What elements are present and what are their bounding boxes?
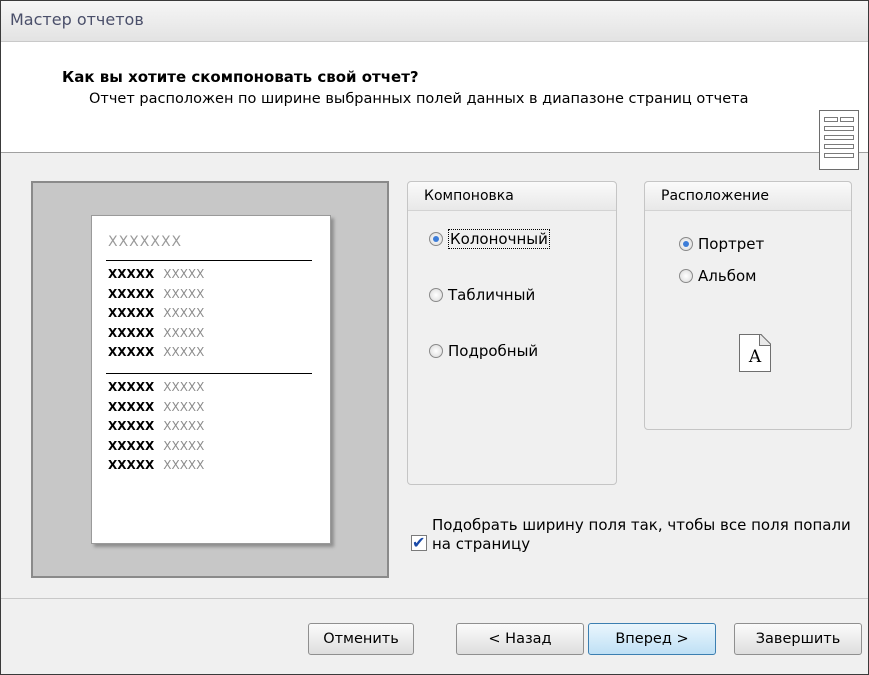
preview-row: XXXXX XXXXX	[108, 438, 204, 454]
layout-preview: XXXXXXX XXXXX XXXXX XXXXX XXXXX XXXXX XXXXX XX…	[31, 181, 389, 578]
preview-row-value: XXXXX	[163, 286, 205, 301]
preview-row: XXXXX XXXXX	[108, 344, 204, 360]
fit-width-label[interactable]: Подобрать ширину поля так, чтобы все пол…	[432, 516, 852, 554]
preview-row: XXXXX XXXXX	[108, 399, 204, 415]
radio-button-icon[interactable]	[429, 288, 443, 302]
window-title: Мастер отчетов	[10, 10, 144, 29]
orientation-group: Расположение	[644, 181, 852, 430]
radio-columnar-label: Колоночный	[448, 229, 550, 249]
preview-title: XXXXXXX	[108, 234, 183, 250]
preview-row-value: XXXXX	[163, 458, 205, 472]
header-description: Отчет расположен по ширине выбранных пол…	[89, 91, 749, 107]
back-button[interactable]: < Назад	[456, 623, 584, 655]
preview-row-value: XXXXX	[163, 380, 205, 394]
radio-columnar[interactable]: Колоночный	[429, 229, 550, 249]
preview-rule	[106, 260, 312, 261]
layout-group: Компоновка	[407, 181, 617, 485]
radio-button-icon[interactable]	[429, 344, 443, 358]
preview-row: XXXXX XXXXX	[108, 418, 204, 434]
radio-landscape[interactable]: Альбом	[679, 267, 756, 285]
radio-justified[interactable]: Подробный	[429, 342, 538, 360]
preview-row-key: XXXXX	[108, 267, 155, 281]
radio-portrait[interactable]: Портрет	[679, 235, 764, 253]
preview-row-value: XXXXX	[163, 399, 205, 414]
preview-row-key: XXXXX	[108, 380, 155, 394]
preview-row-key: XXXXX	[108, 458, 155, 472]
finish-button[interactable]: Завершить	[734, 623, 862, 655]
cancel-button[interactable]: Отменить	[308, 623, 414, 655]
preview-row: XXXXX XXXXX	[108, 325, 204, 341]
preview-row-value: XXXXX	[163, 306, 205, 320]
preview-row: XXXXX XXXXX	[108, 457, 204, 473]
next-button[interactable]: Вперед >	[588, 623, 716, 655]
radio-landscape-label: Альбом	[698, 267, 757, 285]
title-bar[interactable]: Мастер отчетов	[1, 1, 868, 42]
radio-tabular[interactable]: Табличный	[429, 286, 535, 304]
wizard-header: Как вы хотите скомпоновать свой отчет? О…	[1, 42, 868, 170]
preview-rule	[106, 373, 312, 374]
preview-row-value: XXXXX	[163, 345, 205, 359]
footer-divider	[1, 598, 868, 599]
radio-justified-label: Подробный	[448, 342, 539, 360]
radio-button-icon[interactable]	[679, 237, 693, 251]
layout-group-title: Компоновка	[408, 182, 616, 211]
preview-row-value: XXXXX	[163, 419, 205, 433]
preview-row-key: XXXXX	[108, 286, 155, 301]
page-icon-letter: A	[748, 347, 762, 367]
preview-row-key: XXXXX	[108, 306, 155, 320]
fit-width-checkbox[interactable]	[411, 533, 427, 552]
preview-row: XXXXX XXXXX	[108, 379, 204, 395]
preview-row: XXXXX XXXXX	[108, 266, 204, 282]
orientation-group-title: Расположение	[645, 182, 851, 211]
preview-page: XXXXXXX XXXXX XXXXX XXXXX XXXXX XXXXX XXXXX XX…	[91, 215, 331, 544]
portrait-page-icon: A	[739, 334, 771, 372]
radio-button-icon[interactable]	[679, 269, 693, 283]
preview-row: XXXXX XXXXX	[108, 305, 204, 321]
report-wizard-window: Мастер отчетов Как вы хотите скомпоноват…	[0, 0, 869, 675]
preview-row-value: XXXXX	[163, 438, 205, 453]
preview-row-key: XXXXX	[108, 325, 155, 340]
header-title: Как вы хотите скомпоновать свой отчет?	[62, 68, 419, 86]
preview-row-value: XXXXX	[163, 267, 205, 281]
preview-row-key: XXXXX	[108, 399, 155, 414]
preview-row-key: XXXXX	[108, 419, 155, 433]
radio-tabular-label: Табличный	[448, 286, 536, 304]
preview-row-value: XXXXX	[163, 325, 205, 340]
preview-row-key: XXXXX	[108, 438, 155, 453]
radio-button-icon[interactable]	[429, 232, 443, 246]
preview-row: XXXXX XXXXX	[108, 286, 204, 302]
preview-row-key: XXXXX	[108, 345, 155, 359]
radio-portrait-label: Портрет	[698, 235, 765, 253]
report-layout-icon	[819, 110, 859, 170]
